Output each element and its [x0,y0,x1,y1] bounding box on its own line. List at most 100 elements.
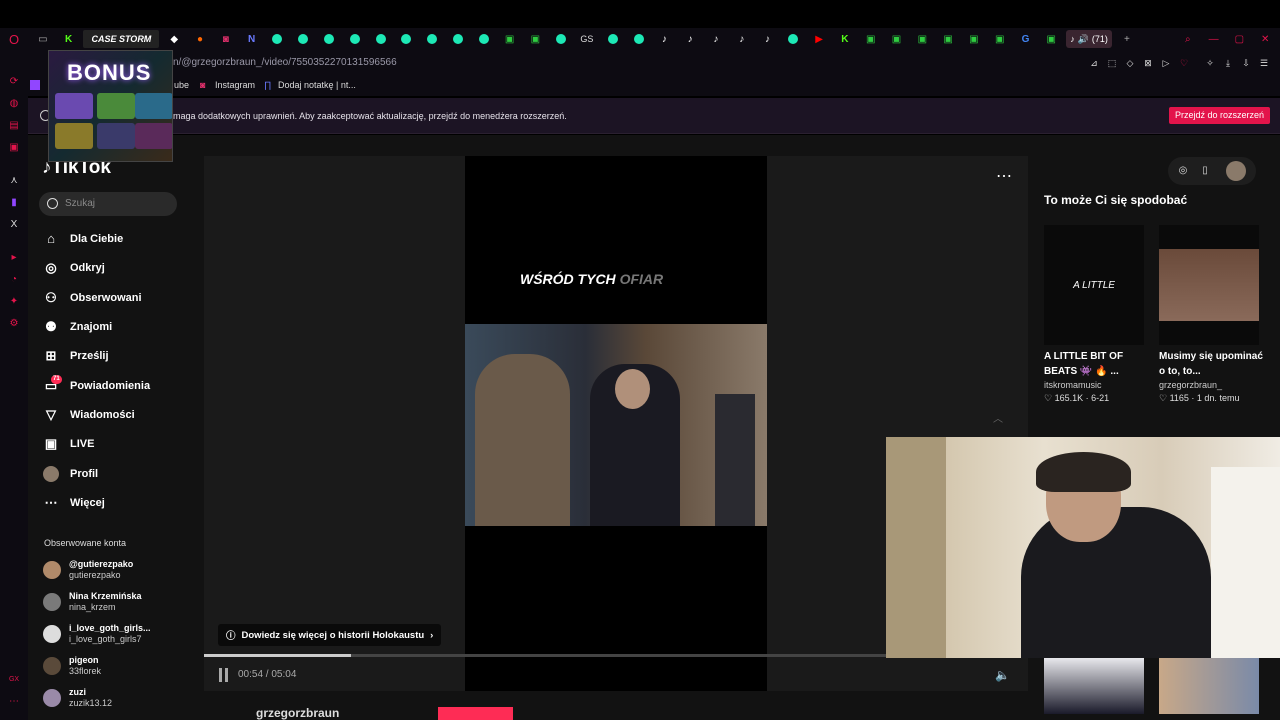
nav-odkryj[interactable]: ◎ Odkryj [43,256,105,280]
address-bar[interactable]: n/@grzegorzbraun_/video/7550352270131596… [28,50,1280,76]
tab-icon[interactable]: ▣ [886,30,908,48]
nav-powiadomienia[interactable]: ▭ 71 Powiadomienia [43,374,150,398]
compass-icon[interactable]: ◎ [1176,164,1190,178]
twitch-icon[interactable]: ▮ [8,197,20,209]
followed-account[interactable]: i_love_goth_girls... i_love_goth_girls7 [43,623,151,645]
go-to-extensions-button[interactable]: Przejdź do rozszerzeń [1168,107,1270,124]
x-icon[interactable]: X [8,219,20,231]
volume-icon[interactable]: 🔈 [995,668,1010,682]
download-icon[interactable]: ⇩ [1241,58,1251,68]
tab-icon[interactable]: ◆ [163,30,185,48]
tab-icon[interactable] [266,30,288,48]
followed-account[interactable]: @gutierezpako gutierezpako [43,559,133,581]
tab-icon[interactable]: ▣ [524,30,546,48]
youtube-tab-icon[interactable]: ▶ [808,30,830,48]
tab-icon[interactable]: ▣ [911,30,933,48]
gx-icon[interactable]: GX [8,674,20,686]
nav-dla-ciebie[interactable]: ⌂ Dla Ciebie [43,227,123,251]
followed-account[interactable]: pigeon 33florek [43,655,101,677]
kick-tab-icon[interactable]: K [58,30,80,48]
search-input[interactable]: Szukaj [39,192,177,216]
bookmark-youtube[interactable]: ube [174,80,189,90]
bookmark-notatka[interactable]: Dodaj notatkę | nt... [278,80,356,90]
history-icon[interactable]: ◔ [8,274,20,286]
tab-icon[interactable]: ▣ [499,30,521,48]
more-options-button[interactable]: ⋯ [996,166,1012,186]
shield-icon[interactable]: ◇ [1125,58,1135,68]
download-icon[interactable]: ⤓ [1223,58,1233,68]
avatar[interactable] [1226,161,1246,181]
followed-account[interactable]: Nina Krzemińska nina_krzem [43,591,142,613]
tab-icon[interactable] [628,30,650,48]
tab-icon[interactable] [344,30,366,48]
tab-icon[interactable]: ● [189,30,211,48]
follow-button[interactable] [438,707,513,720]
tab-icon[interactable] [447,30,469,48]
opera-logo-icon[interactable]: O [0,30,28,48]
chevron-up-icon[interactable]: ︿ [993,410,1003,425]
video-frame[interactable]: WŚRÓD TYCH OFIAR [465,156,767,691]
pin-icon[interactable]: ⊿ [1089,58,1099,68]
nav-wiadomosci[interactable]: ▽ Wiadomości [43,403,135,427]
tab-icon[interactable] [318,30,340,48]
play-icon[interactable]: ▸ [8,252,20,264]
nav-profil[interactable]: Profil [43,462,98,486]
tab-icon[interactable] [292,30,314,48]
tiktok-tab-icon[interactable]: ♪ [757,30,779,48]
refresh-icon[interactable]: ⟳ [8,76,20,88]
nav-obserwowani[interactable]: ⚇ Obserwowani [43,286,141,310]
heart-icon[interactable]: ♡ [1179,58,1189,68]
learn-more-holocaust-link[interactable]: ⓘ Dowiedz się więcej o historii Holokaust… [218,624,442,646]
video-author[interactable]: grzegorzbraun [256,706,339,720]
pause-button[interactable] [219,668,231,682]
video-thumbnail[interactable] [1159,658,1259,714]
instagram-tab-icon[interactable]: ◙ [215,30,237,48]
restore-icon[interactable]: ▢ [1228,30,1250,48]
tab-icon[interactable]: ▣ [937,30,959,48]
tiktok-tab-icon[interactable]: ♪ [679,30,701,48]
suggested-video[interactable]: Musimy się upominać o to, to... grzegorz… [1159,225,1263,405]
tiktok-tab-icon[interactable]: ♪ [731,30,753,48]
bookmark-instagram[interactable]: Instagram [215,80,255,90]
workspace-icon[interactable]: ▭ [32,30,54,48]
tab-icon[interactable] [602,30,624,48]
tab-icon[interactable] [421,30,443,48]
tab-icon[interactable] [370,30,392,48]
tab-icon[interactable]: ▣ [1040,30,1062,48]
tiktok-tab-icon[interactable]: ♪ [653,30,675,48]
play-icon[interactable]: ▷ [1161,58,1171,68]
tab-icon[interactable]: ▣ [860,30,882,48]
nav-wiecej[interactable]: ⋯ Więcej [43,491,105,515]
video-thumbnail[interactable] [1044,658,1144,714]
new-tab-button[interactable]: + [1116,30,1138,48]
menu-icon[interactable]: ☰ [1259,58,1269,68]
tab-icon[interactable]: ▣ [963,30,985,48]
tab-icon[interactable] [395,30,417,48]
twitch-bookmark-icon[interactable] [30,80,40,90]
tiktok-tab-icon[interactable]: ♪ [705,30,727,48]
snapshot-icon[interactable]: ⬚ [1107,58,1117,68]
kick-tab-icon[interactable]: K [834,30,856,48]
extensions-icon[interactable]: ✦ [8,296,20,308]
suggested-video[interactable]: A LITTLE A LITTLE BIT OF BEATS 👾 🔥 ... i… [1044,225,1148,405]
followed-account[interactable]: zuzi zuzik13.12 [43,687,112,709]
nav-live[interactable]: ▣ LIVE [43,432,95,456]
minimize-icon[interactable]: — [1203,30,1225,48]
aria-icon[interactable]: ◍ [8,98,20,110]
nav-znajomi[interactable]: ⚉ Znajomi [43,315,112,339]
settings-icon[interactable]: ⚙ [8,318,20,330]
vpn-icon[interactable]: ⊠ [1143,58,1153,68]
puzzle-icon[interactable]: ✧ [1205,58,1215,68]
tab-icon[interactable] [473,30,495,48]
url-text[interactable]: n/@grzegorzbraun_/video/7550352270131596… [173,57,397,68]
notion-tab-icon[interactable]: N [241,30,263,48]
active-tab[interactable]: ♪ 🔊 (71) [1066,30,1113,48]
casestorm-tab[interactable]: CASE STORM [83,30,160,48]
player-icon[interactable]: ▣ [8,142,20,154]
tab-icon[interactable]: GS [576,30,598,48]
arrow-icon[interactable]: ⋏ [8,175,20,187]
tab-icon[interactable] [550,30,572,48]
browser-tab-bar[interactable]: O ▭ K CASE STORM ◆ ● ◙ N ▣ ▣ GS ♪ ♪ ♪ ♪ … [0,28,1280,50]
wallet-icon[interactable]: ▤ [8,120,20,132]
nav-przeslij[interactable]: ⊞ Prześlij [43,344,109,368]
